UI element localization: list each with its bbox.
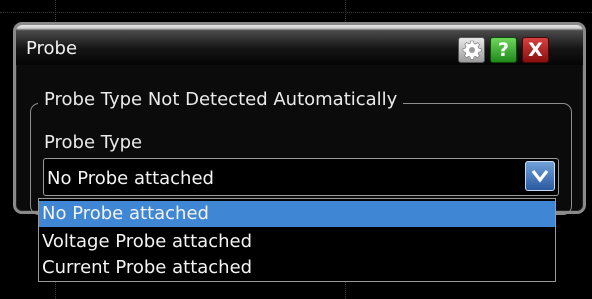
dropdown-option[interactable]: No Probe attached	[39, 201, 555, 227]
dialog-titlebar[interactable]: Probe ? X	[16, 25, 583, 65]
close-icon: X	[528, 39, 543, 61]
probe-type-select[interactable]: No Probe attached	[43, 158, 559, 196]
help-icon: ?	[497, 39, 510, 61]
probe-type-label: Probe Type	[44, 132, 143, 153]
gear-icon	[462, 40, 481, 60]
dialog-title: Probe	[26, 38, 78, 59]
chevron-down-icon	[531, 170, 549, 183]
probe-type-dropdown-list: No Probe attached Voltage Probe attached…	[38, 198, 556, 282]
dropdown-option[interactable]: Current Probe attached	[39, 255, 555, 281]
group-legend: Probe Type Not Detected Automatically	[38, 89, 404, 110]
settings-button[interactable]	[458, 37, 485, 63]
help-button[interactable]: ?	[490, 37, 517, 63]
grid-line	[0, 12, 592, 13]
dropdown-toggle-button[interactable]	[525, 161, 555, 191]
close-button[interactable]: X	[522, 37, 549, 63]
dropdown-option[interactable]: Voltage Probe attached	[39, 229, 555, 255]
probe-dialog: Probe ? X Probe Type Not Detected Automa…	[13, 22, 586, 215]
probe-type-value: No Probe attached	[47, 168, 214, 189]
